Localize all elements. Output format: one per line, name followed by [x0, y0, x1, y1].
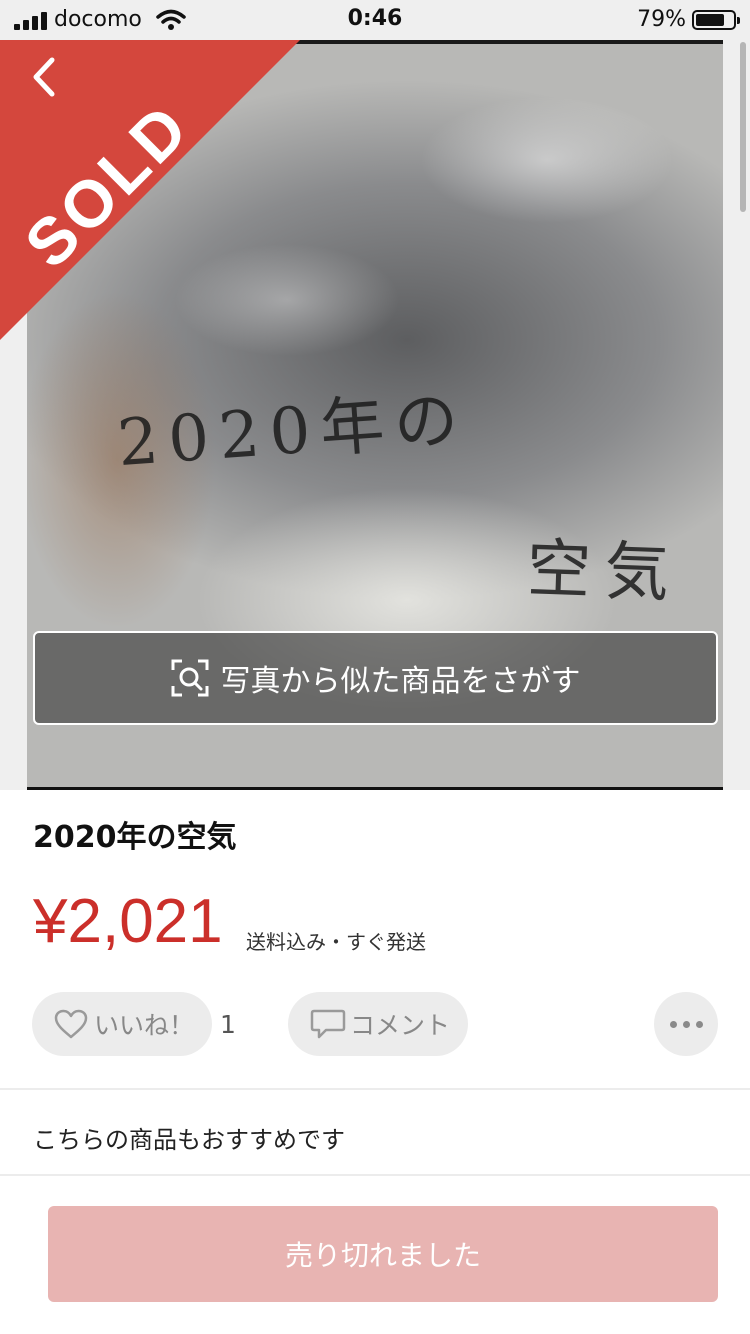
- photo-handwriting-line2: 空気: [525, 532, 685, 612]
- like-count: 1: [220, 1010, 236, 1039]
- like-button[interactable]: いいね！: [32, 992, 212, 1056]
- back-button[interactable]: [20, 54, 66, 100]
- image-search-icon: [171, 659, 208, 697]
- like-label: いいね！: [94, 1011, 195, 1040]
- comment-label: コメント: [350, 1011, 451, 1040]
- shipping-note: 送料込み・すぐ発送: [246, 930, 426, 954]
- sold-out-button[interactable]: 売り切れました: [48, 1206, 718, 1302]
- item-price: ¥2,021: [33, 887, 223, 956]
- chevron-left-icon: [33, 57, 55, 97]
- divider: [0, 1088, 750, 1090]
- battery-percentage: 79%: [637, 7, 686, 32]
- status-bar: docomo 0:46 79%: [0, 0, 750, 40]
- image-search-button[interactable]: 写真から似た商品をさがす: [33, 631, 718, 725]
- more-dot-icon: [695, 1020, 703, 1028]
- comment-icon: [310, 1009, 346, 1039]
- photo-handwriting-line1: 2020年の: [115, 382, 471, 482]
- photo-scrollbar: [740, 42, 746, 212]
- more-dot-icon: [682, 1020, 690, 1028]
- more-options-button[interactable]: [654, 992, 718, 1056]
- divider: [0, 1174, 750, 1176]
- battery-icon: [692, 10, 740, 30]
- image-search-label: 写真から似た商品をさがす: [220, 664, 581, 699]
- more-dot-icon: [669, 1020, 677, 1028]
- comment-button[interactable]: コメント: [288, 992, 468, 1056]
- recommendations-label: こちらの商品もおすすめです: [33, 1126, 345, 1154]
- item-title: 2020年の空気: [33, 820, 237, 855]
- heart-icon: [54, 1009, 88, 1039]
